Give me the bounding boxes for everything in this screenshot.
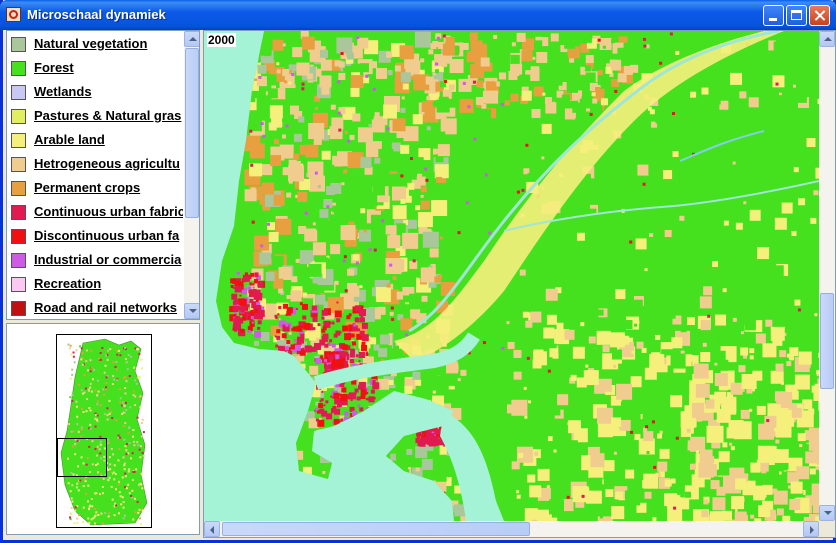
- legend-item[interactable]: Discontinuous urban fa: [11, 225, 183, 249]
- legend-item[interactable]: Permanent crops: [11, 177, 183, 201]
- chevron-up-icon: [189, 37, 197, 41]
- close-button[interactable]: [809, 5, 830, 26]
- legend-swatch: [11, 157, 26, 172]
- window-title: Microschaal dynamiek: [27, 7, 166, 22]
- legend-item-label: Discontinuous urban fa: [34, 228, 180, 243]
- legend-item[interactable]: Pastures & Natural gras: [11, 105, 183, 129]
- legend-swatch: [11, 181, 26, 196]
- legend-swatch: [11, 253, 26, 268]
- legend-swatch: [11, 85, 26, 100]
- legend-item-label: Continuous urban fabric: [34, 204, 183, 219]
- legend-item[interactable]: Hetrogeneous agricultu: [11, 153, 183, 177]
- legend-item-label: Road and rail networks: [34, 300, 178, 315]
- app-window: Microschaal dynamiek Natural vegetation F…: [0, 0, 836, 543]
- legend-item-label: Natural vegetation: [34, 36, 148, 51]
- title-bar[interactable]: Microschaal dynamiek: [0, 0, 836, 30]
- land-use-map[interactable]: 2000: [204, 31, 819, 521]
- app-icon[interactable]: [6, 7, 21, 22]
- legend-scroll-thumb[interactable]: [185, 48, 199, 218]
- legend-item[interactable]: Forest: [11, 57, 183, 81]
- legend-scroll-down-button[interactable]: [184, 303, 199, 319]
- map-scroll-up-button[interactable]: [819, 31, 835, 47]
- legend-item-label: Hetrogeneous agricultu: [34, 156, 180, 171]
- map-scroll-right-button[interactable]: [803, 521, 819, 537]
- map-panel: 2000: [203, 30, 836, 538]
- legend-item-label: Industrial or commercia: [34, 252, 182, 267]
- chevron-up-icon: [824, 37, 832, 41]
- legend-item[interactable]: Industrial or commercia: [11, 249, 183, 273]
- legend-item-label: Recreation: [34, 276, 102, 291]
- legend-swatch: [11, 205, 26, 220]
- overview-map[interactable]: [56, 334, 152, 528]
- chevron-left-icon: [210, 526, 214, 534]
- legend-item[interactable]: Arable land: [11, 129, 183, 153]
- overview-viewport-rect[interactable]: [57, 438, 107, 477]
- chevron-down-icon: [824, 511, 832, 515]
- legend-item-label: Arable land: [34, 132, 105, 147]
- overview-panel: [6, 323, 200, 535]
- map-horizontal-scrollbar[interactable]: [204, 521, 819, 537]
- legend-list: Natural vegetation Forest Wetlands Pastures…: [7, 31, 183, 319]
- legend-swatch: [11, 61, 26, 76]
- map-hscroll-thumb[interactable]: [222, 522, 530, 536]
- chevron-down-icon: [189, 309, 197, 313]
- legend-item-label: Permanent crops: [34, 180, 141, 195]
- scroll-corner: [819, 521, 835, 537]
- legend-item-label: Pastures & Natural gras: [34, 108, 182, 123]
- legend-item-label: Wetlands: [34, 84, 92, 99]
- legend-swatch: [11, 229, 26, 244]
- legend-item[interactable]: Road and rail networks: [11, 297, 183, 319]
- legend-swatch: [11, 277, 26, 292]
- legend-item-label: Forest: [34, 60, 74, 75]
- legend-item[interactable]: Recreation: [11, 273, 183, 297]
- overview-map-image: [60, 338, 148, 526]
- maximize-button[interactable]: [786, 5, 807, 26]
- map-vertical-scrollbar[interactable]: [819, 31, 835, 521]
- legend-panel: Natural vegetation Forest Wetlands Pastures…: [6, 30, 200, 320]
- map-vscroll-thumb[interactable]: [820, 293, 834, 389]
- chevron-right-icon: [810, 526, 814, 534]
- legend-swatch: [11, 109, 26, 124]
- legend-swatch: [11, 301, 26, 316]
- map-scroll-down-button[interactable]: [819, 505, 835, 521]
- land-use-map-image: [204, 31, 819, 521]
- legend-item[interactable]: Natural vegetation: [11, 33, 183, 57]
- legend-item[interactable]: Wetlands: [11, 81, 183, 105]
- legend-scroll-up-button[interactable]: [184, 31, 199, 47]
- legend-item[interactable]: Continuous urban fabric: [11, 201, 183, 225]
- legend-swatch: [11, 133, 26, 148]
- minimize-button[interactable]: [763, 5, 784, 26]
- year-label: 2000: [207, 33, 236, 47]
- legend-swatch: [11, 37, 26, 52]
- legend-scrollbar[interactable]: [184, 31, 199, 319]
- map-scroll-left-button[interactable]: [204, 521, 220, 537]
